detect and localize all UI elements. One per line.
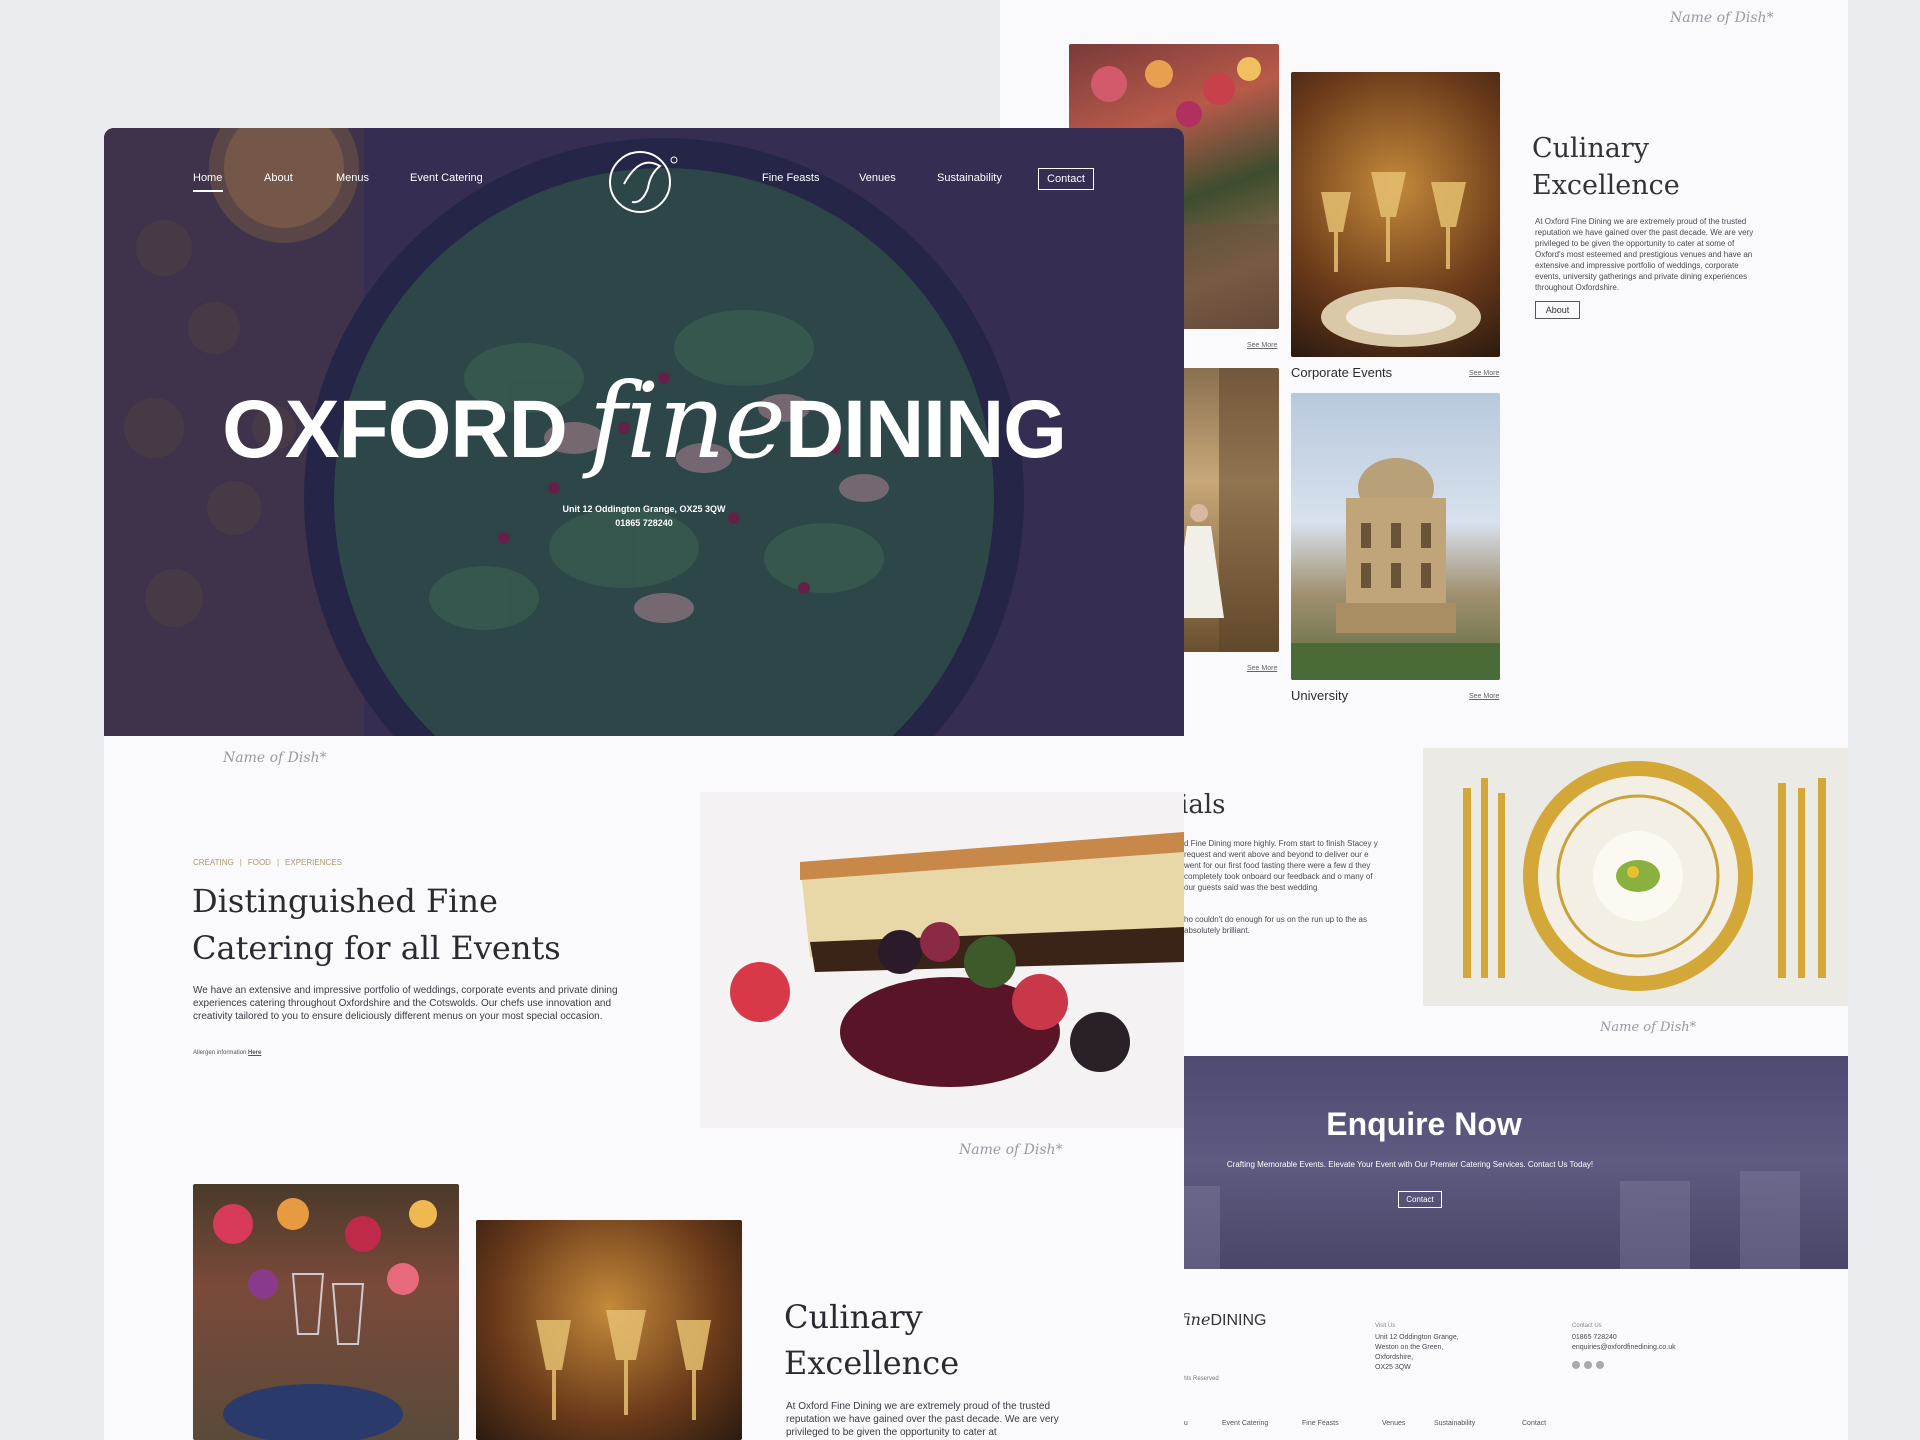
footer-nav: nu Event Catering Fine Feasts Venues Sus…	[1180, 1420, 1562, 1427]
university-label: University	[1291, 688, 1349, 703]
enquire-contact-button[interactable]: Contact	[1398, 1191, 1442, 1208]
footer-nav-venues[interactable]: Venues	[1382, 1420, 1434, 1427]
footer-nav-contact[interactable]: Contact	[1522, 1420, 1562, 1427]
footer-email[interactable]: enquiries@oxfordfinedining.co.uk	[1572, 1343, 1772, 1353]
footer-nav-menu[interactable]: nu	[1180, 1420, 1222, 1427]
culinary-title-front: Culinary Excellence	[784, 1294, 959, 1386]
culinary-title-front-line2: Excellence	[784, 1344, 960, 1382]
intro-title-line1: Distinguished Fine	[192, 882, 498, 920]
plate-dish-caption: Name of Dish*	[1600, 1020, 1697, 1035]
testimonials-title-fragment: ials	[1180, 790, 1226, 820]
hero-phone: 01865 728240	[615, 518, 673, 528]
culinary-body: At Oxford Fine Dining we are extremely p…	[1535, 217, 1754, 292]
footer-phone: 01865 728240	[1572, 1334, 1617, 1341]
glasses-art-front	[536, 1310, 711, 1420]
intro-body: We have an extensive and impressive port…	[193, 985, 618, 1022]
nav-sustainability[interactable]: Sustainability	[937, 172, 1002, 184]
testimonial-paragraph-2: ho couldn't do enough for us on the run …	[1184, 915, 1367, 935]
footer-visit-label: Visit Us	[1375, 1323, 1396, 1329]
footer-rights: ghts Reserved	[1180, 1376, 1219, 1382]
hero-section: Home About Menus Event Catering Fine Fea…	[104, 128, 1184, 736]
flowers-art-front	[213, 1198, 437, 1440]
gold-glasses-image-front	[476, 1220, 742, 1440]
footer-contact: 01865 728240 enquiries@oxfordfinedining.…	[1572, 1333, 1772, 1353]
footer-address-line: Weston on the Green,	[1375, 1344, 1444, 1351]
hero-address: Unit 12 Oddington Grange, OX25 3QW	[562, 504, 726, 514]
footer-nav-event-catering[interactable]: Event Catering	[1222, 1420, 1302, 1427]
gold-plate-image	[1423, 748, 1848, 1006]
gold-glasses-image	[1291, 72, 1500, 357]
see-more-link-3[interactable]: See More	[1247, 665, 1277, 672]
nav-contact-button[interactable]: Contact	[1038, 168, 1094, 190]
footer-logo-script: fine	[1180, 1310, 1211, 1329]
nav-event-catering[interactable]: Event Catering	[410, 172, 483, 184]
bird-logo-icon[interactable]	[604, 144, 684, 214]
hero-title: OXFORD fineDINING	[104, 360, 1184, 482]
about-button[interactable]: About	[1535, 301, 1580, 319]
testimonial-paragraph-1: d Fine Dining more highly. From start to…	[1184, 839, 1378, 892]
hero-dish-caption: Name of Dish*	[223, 750, 327, 766]
hero-title-fine: fine	[588, 360, 786, 482]
nav-menus[interactable]: Menus	[336, 172, 369, 184]
see-more-link-2[interactable]: See More	[1469, 370, 1499, 377]
enquire-subtitle: Crafting Memorable Events. Elevate Your …	[1226, 1160, 1594, 1169]
flowers-table-image-front	[193, 1184, 459, 1440]
radcliffe-camera-art	[1291, 458, 1500, 680]
footer-address-line: OX25 3QW	[1375, 1364, 1411, 1371]
instagram-icon[interactable]	[1584, 1361, 1592, 1369]
dessert-dish-caption: Name of Dish*	[959, 1142, 1063, 1158]
footer-contact-label: Contact Us	[1572, 1323, 1602, 1329]
intro-title: Distinguished Fine Catering for all Even…	[192, 878, 561, 972]
culinary-title-front-line1: Culinary	[784, 1298, 923, 1336]
see-more-link-1[interactable]: See More	[1247, 342, 1277, 349]
nav-active-underline	[193, 190, 223, 192]
culinary-title-line2: Excellence	[1532, 170, 1680, 201]
footer-address-line: Oxfordshire,	[1375, 1354, 1414, 1361]
nav-about[interactable]: About	[264, 172, 293, 184]
footer-logo-text: DINING	[1210, 1312, 1267, 1329]
hero-title-oxford: OXFORD	[222, 384, 568, 475]
glasses-art	[1321, 172, 1481, 347]
front-page-preview: Home About Menus Event Catering Fine Fea…	[104, 128, 1184, 1440]
facebook-icon[interactable]	[1572, 1361, 1580, 1369]
twitter-icon[interactable]	[1596, 1361, 1604, 1369]
intro-eyebrow: CREATING | FOOD | EXPERIENCES	[193, 858, 342, 867]
footer-address: Unit 12 Oddington Grange, Weston on the …	[1375, 1333, 1515, 1373]
footer-nav-fine-feasts[interactable]: Fine Feasts	[1302, 1420, 1382, 1427]
logo-art	[609, 151, 678, 213]
corporate-events-label: Corporate Events	[1291, 365, 1393, 380]
dessert-image	[700, 792, 1184, 1128]
nav-fine-feasts[interactable]: Fine Feasts	[762, 172, 819, 184]
culinary-title: Culinary Excellence	[1532, 130, 1680, 204]
footer-logo: fineDINING	[1180, 1310, 1266, 1330]
hero-title-dining: DINING	[784, 384, 1067, 475]
see-more-link-4[interactable]: See More	[1469, 693, 1499, 700]
footer-nav-sustainability[interactable]: Sustainability	[1434, 1420, 1522, 1427]
top-dish-caption: Name of Dish*	[1670, 10, 1774, 26]
university-image	[1291, 393, 1500, 680]
dessert-art	[730, 832, 1184, 1087]
allergen-text: Allergen information	[193, 1050, 247, 1056]
eyebrow-item: EXPERIENCES	[285, 858, 342, 867]
allergen-info: Allergen information Here	[193, 1050, 261, 1056]
nav-home[interactable]: Home	[193, 172, 222, 184]
allergen-link[interactable]: Here	[248, 1050, 261, 1056]
eyebrow-item: FOOD	[247, 858, 271, 867]
eyebrow-item: CREATING	[193, 858, 234, 867]
footer-address-line: Unit 12 Oddington Grange,	[1375, 1334, 1459, 1341]
intro-title-line2: Catering for all Events	[192, 929, 561, 967]
culinary-title-line1: Culinary	[1532, 133, 1649, 164]
culinary-body-front: At Oxford Fine Dining we are extremely p…	[786, 1401, 1059, 1438]
nav-venues[interactable]: Venues	[859, 172, 896, 184]
footer-social-icons	[1572, 1361, 1604, 1369]
plate-art	[1463, 761, 1826, 991]
